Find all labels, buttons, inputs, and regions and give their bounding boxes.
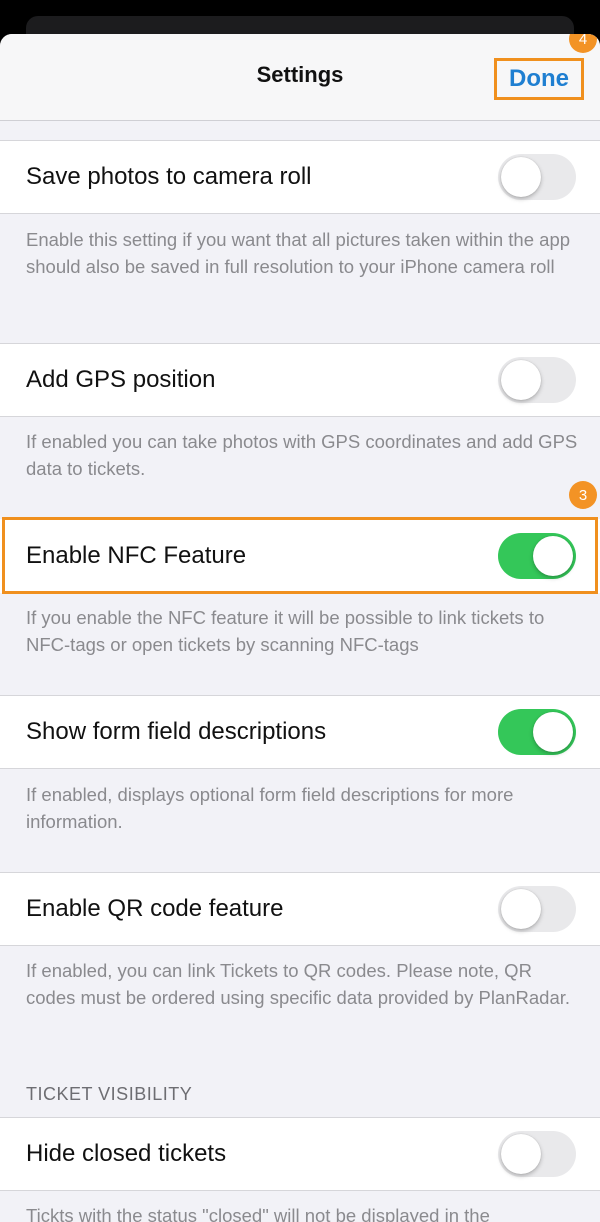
setting-description: If you enable the NFC feature it will be… [26,607,545,655]
setting-description: If enabled, you can link Tickets to QR c… [26,960,571,1008]
setting-label: Show form field descriptions [26,718,327,745]
setting-description: Enable this setting if you want that all… [26,229,571,277]
setting-label: Add GPS position [26,366,216,393]
setting-row-nfc: Enable NFC Feature [0,519,600,593]
hide-closed-toggle[interactable] [498,1131,576,1177]
gps-toggle[interactable] [498,357,576,403]
setting-description: If enabled you can take photos with GPS … [26,431,578,479]
step-badge-nfc: 3 [569,481,597,509]
qr-toggle[interactable] [498,886,576,932]
settings-sheet: Settings Done 4 Save photos to camera ro… [0,34,600,1222]
toggle-knob [533,712,573,752]
setting-description: If enabled, displays optional form field… [26,784,514,832]
setting-row-form-descriptions: Show form field descriptions [0,695,600,769]
navigation-bar: Settings Done [0,34,600,121]
toggle-knob [501,1134,541,1174]
done-button[interactable]: Done [494,58,584,100]
setting-label: Save photos to camera roll [26,163,312,190]
setting-label: Enable QR code feature [26,895,284,922]
toggle-knob [501,157,541,197]
setting-row-gps: Add GPS position [0,343,600,417]
save-photos-toggle[interactable] [498,154,576,200]
setting-row-save-photos: Save photos to camera roll [0,140,600,214]
toggle-knob [501,889,541,929]
nfc-toggle[interactable] [498,533,576,579]
form-descriptions-toggle[interactable] [498,709,576,755]
toggle-knob [533,536,573,576]
setting-label: Enable NFC Feature [26,542,247,569]
setting-description: Tickts with the status "closed" will not… [26,1205,490,1222]
setting-row-qr: Enable QR code feature [0,872,600,946]
setting-label: Hide closed tickets [26,1140,227,1167]
toggle-knob [501,360,541,400]
section-header-ticket-visibility: TICKET VISIBILITY [26,1084,193,1104]
setting-row-hide-closed: Hide closed tickets [0,1117,600,1191]
